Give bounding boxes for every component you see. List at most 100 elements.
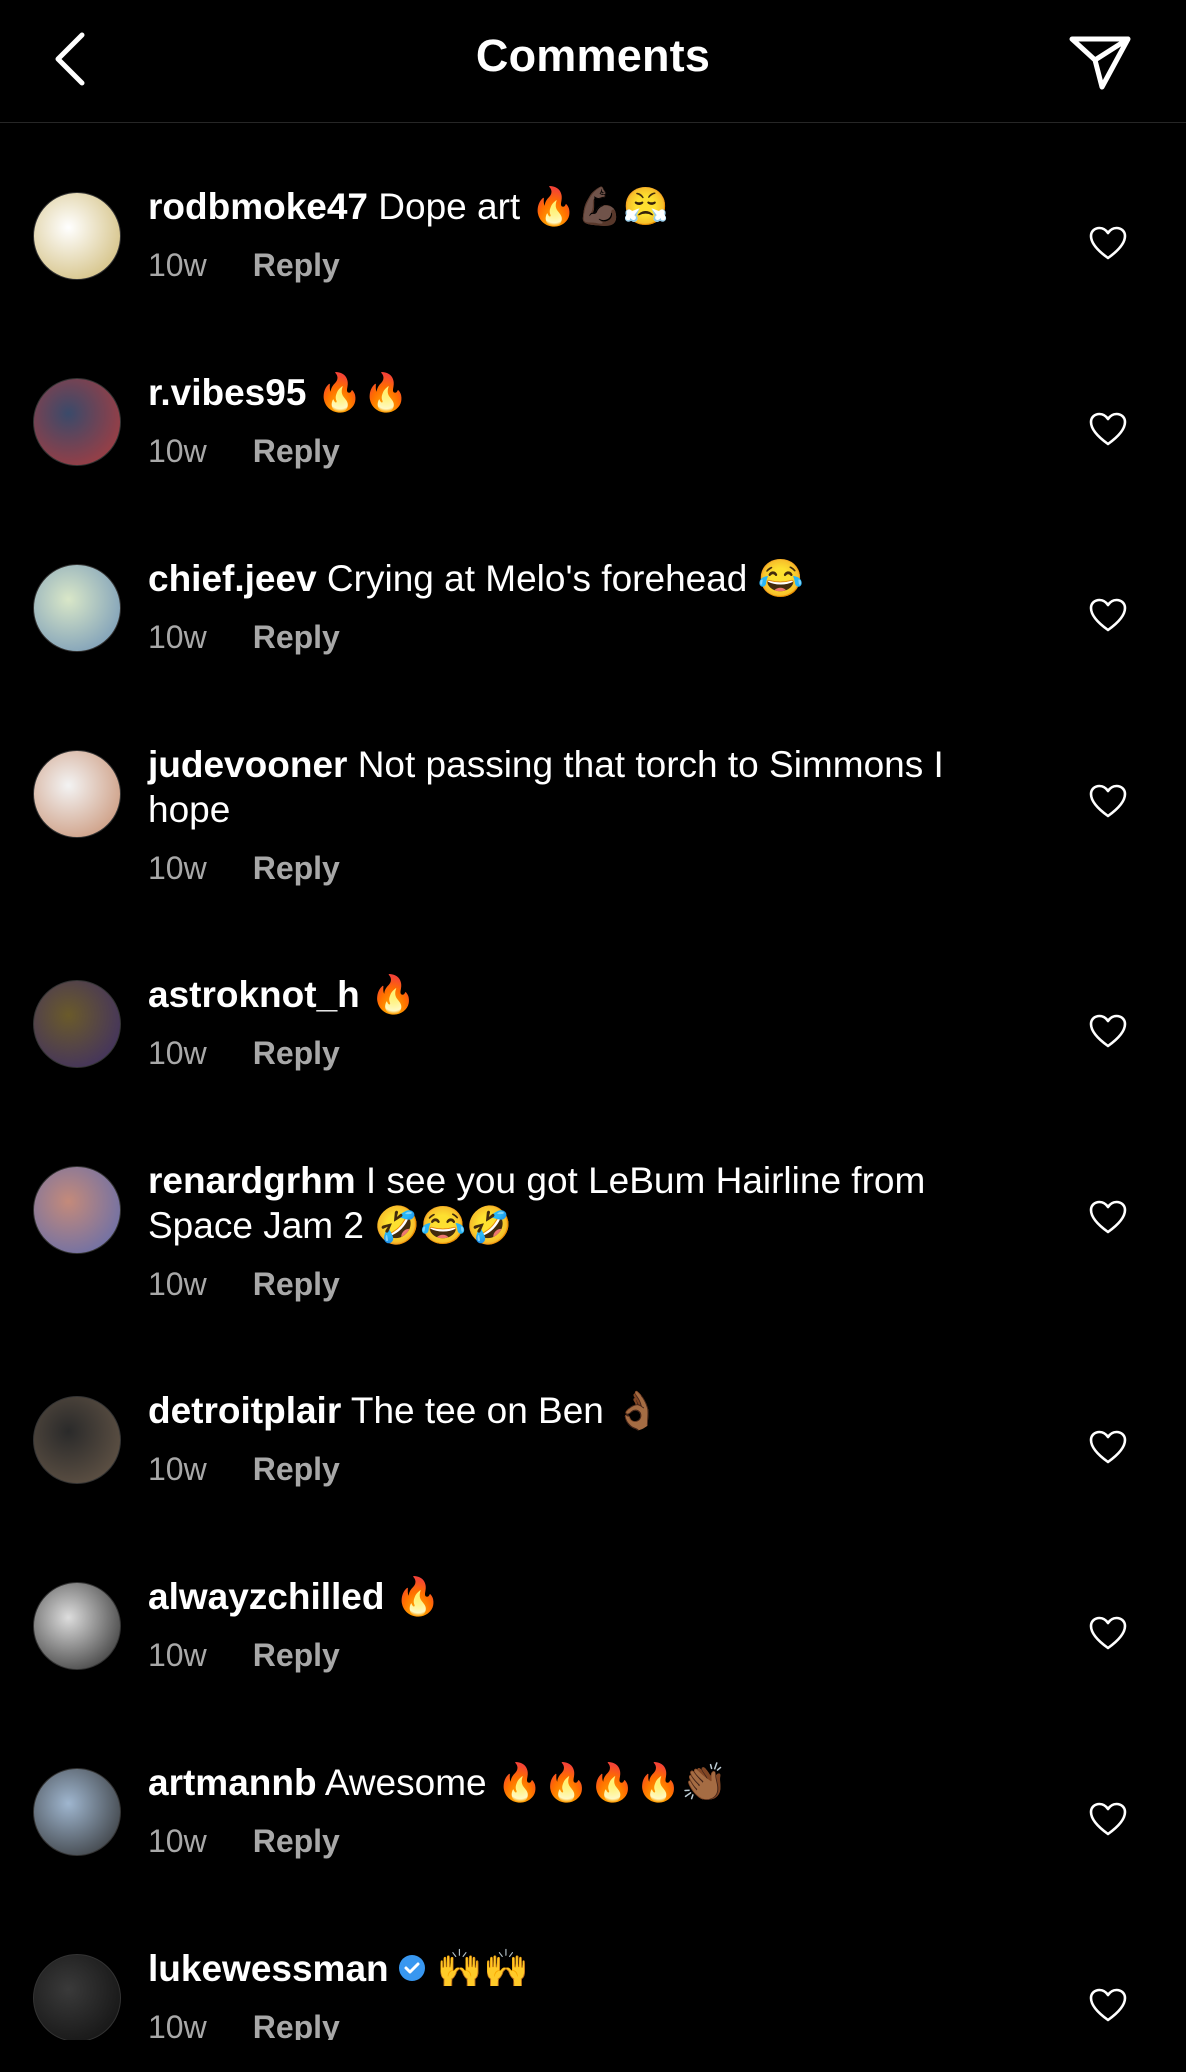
username-link[interactable]: lukewessman — [148, 1948, 389, 1989]
timestamp: 10w — [148, 433, 207, 469]
comment-body: renardgrhm I see you got LeBum Hairline … — [148, 1158, 1028, 1303]
heart-icon[interactable] — [1088, 782, 1128, 822]
timestamp: 10w — [148, 1637, 207, 1673]
comment-body: detroitplair The tee on Ben 👌🏾 10w Reply — [148, 1388, 1028, 1488]
comment-message: Crying at Melo's forehead 😂 — [316, 558, 804, 599]
comment-message: 🔥 — [359, 974, 417, 1015]
reply-button[interactable]: Reply — [253, 1451, 340, 1488]
comment-text: alwayzchilled 🔥 — [148, 1574, 1028, 1619]
reply-button[interactable]: Reply — [253, 1035, 340, 1072]
avatar[interactable] — [33, 1768, 121, 1856]
username-link[interactable]: artmannb — [148, 1762, 317, 1803]
heart-icon[interactable] — [1088, 1012, 1128, 1052]
username-link[interactable]: renardgrhm — [148, 1160, 356, 1201]
username-link[interactable]: rodbmoke47 — [148, 186, 368, 227]
comment-message: Dope art 🔥💪🏿😤 — [368, 186, 669, 227]
bottom-edge — [0, 2040, 1186, 2048]
comment-message: 🔥 — [384, 1576, 441, 1617]
reply-button[interactable]: Reply — [253, 433, 340, 470]
avatar[interactable] — [33, 1954, 121, 2042]
comment-item: chief.jeev Crying at Melo's forehead 😂 10… — [0, 496, 1186, 682]
comment-text: r.vibes95 🔥🔥 — [148, 370, 1028, 415]
comment-message: Awesome 🔥🔥🔥🔥👏🏾 — [316, 1762, 728, 1803]
comment-text: renardgrhm I see you got LeBum Hairline … — [148, 1158, 1028, 1248]
heart-icon[interactable] — [1088, 1428, 1128, 1468]
paper-plane-icon — [1069, 36, 1131, 90]
comment-item: detroitplair The tee on Ben 👌🏾 10w Reply — [0, 1328, 1186, 1514]
timestamp: 10w — [148, 1035, 207, 1071]
reply-button[interactable]: Reply — [253, 247, 340, 284]
heart-icon[interactable] — [1088, 596, 1128, 636]
comment-message: The tee on Ben 👌🏾 — [341, 1390, 661, 1431]
avatar[interactable] — [33, 192, 121, 280]
heart-icon[interactable] — [1088, 1614, 1128, 1654]
avatar[interactable] — [33, 378, 121, 466]
reply-button[interactable]: Reply — [253, 850, 340, 887]
username-link[interactable]: judevooner — [148, 744, 347, 785]
comment-meta: 10w Reply — [148, 433, 1028, 470]
comment-list: rodbmoke47 Dope art 🔥💪🏿😤 10w Reply r.vibes9… — [0, 124, 1186, 2072]
reply-button[interactable]: Reply — [253, 1823, 340, 1860]
comment-item: alwayzchilled 🔥 10w Reply — [0, 1514, 1186, 1700]
comment-body: lukewessman 🙌🙌 10w Reply — [148, 1946, 1028, 2046]
timestamp: 10w — [148, 1266, 207, 1302]
comment-item: judevooner Not passing that torch to Sim… — [0, 682, 1186, 912]
comment-body: alwayzchilled 🔥 10w Reply — [148, 1574, 1028, 1674]
heart-icon[interactable] — [1088, 224, 1128, 264]
comment-body: r.vibes95 🔥🔥 10w Reply — [148, 370, 1028, 470]
avatar[interactable] — [33, 750, 121, 838]
username-link[interactable]: detroitplair — [148, 1390, 341, 1431]
comment-item: renardgrhm I see you got LeBum Hairline … — [0, 1098, 1186, 1328]
comment-text: detroitplair The tee on Ben 👌🏾 — [148, 1388, 1028, 1433]
timestamp: 10w — [148, 1451, 207, 1487]
avatar[interactable] — [33, 980, 121, 1068]
comment-body: chief.jeev Crying at Melo's forehead 😂 10… — [148, 556, 1028, 656]
comment-text: rodbmoke47 Dope art 🔥💪🏿😤 — [148, 184, 1028, 229]
avatar[interactable] — [33, 1166, 121, 1254]
username-link[interactable]: alwayzchilled — [148, 1576, 385, 1617]
timestamp: 10w — [148, 1823, 207, 1859]
comment-text: astroknot_h 🔥 — [148, 972, 1028, 1017]
comment-meta: 10w Reply — [148, 247, 1028, 284]
comment-item: artmannb Awesome 🔥🔥🔥🔥👏🏾 10w Reply — [0, 1700, 1186, 1886]
comment-meta: 10w Reply — [148, 619, 1028, 656]
comment-text: judevooner Not passing that torch to Sim… — [148, 742, 1028, 832]
timestamp: 10w — [148, 247, 207, 283]
heart-icon[interactable] — [1088, 1986, 1128, 2026]
comment-meta: 10w Reply — [148, 1266, 1028, 1303]
comment-meta: 10w Reply — [148, 1823, 1028, 1860]
username-link[interactable]: chief.jeev — [148, 558, 317, 599]
heart-icon[interactable] — [1088, 410, 1128, 450]
heart-icon[interactable] — [1088, 1198, 1128, 1238]
reply-button[interactable]: Reply — [253, 1637, 340, 1674]
comment-body: astroknot_h 🔥 10w Reply — [148, 972, 1028, 1072]
timestamp: 10w — [148, 619, 207, 655]
comment-text: artmannb Awesome 🔥🔥🔥🔥👏🏾 — [148, 1760, 1028, 1805]
comment-meta: 10w Reply — [148, 850, 1028, 887]
comment-item: astroknot_h 🔥 10w Reply — [0, 912, 1186, 1098]
comment-body: artmannb Awesome 🔥🔥🔥🔥👏🏾 10w Reply — [148, 1760, 1028, 1860]
comment-body: rodbmoke47 Dope art 🔥💪🏿😤 10w Reply — [148, 184, 1028, 284]
verified-badge-icon — [398, 1955, 425, 1981]
reply-button[interactable]: Reply — [253, 1266, 340, 1303]
reply-button[interactable]: Reply — [253, 619, 340, 656]
username-link[interactable]: astroknot_h — [148, 974, 360, 1015]
comment-meta: 10w Reply — [148, 1637, 1028, 1674]
header-bar: Comments — [0, 0, 1186, 123]
timestamp: 10w — [148, 850, 207, 886]
comment-body: judevooner Not passing that torch to Sim… — [148, 742, 1028, 887]
username-link[interactable]: r.vibes95 — [148, 372, 306, 413]
heart-icon[interactable] — [1088, 1800, 1128, 1840]
avatar[interactable] — [33, 1582, 121, 1670]
share-button[interactable] — [1064, 26, 1136, 98]
comment-meta: 10w Reply — [148, 1035, 1028, 1072]
comment-text: chief.jeev Crying at Melo's forehead 😂 — [148, 556, 1028, 601]
comment-message: 🙌🙌 — [426, 1948, 530, 1989]
avatar[interactable] — [33, 564, 121, 652]
comment-item: rodbmoke47 Dope art 🔥💪🏿😤 10w Reply — [0, 124, 1186, 310]
comment-text: lukewessman 🙌🙌 — [148, 1946, 1028, 1991]
avatar[interactable] — [33, 1396, 121, 1484]
comment-message: 🔥🔥 — [306, 372, 409, 413]
page-title: Comments — [475, 30, 711, 81]
comment-item: r.vibes95 🔥🔥 10w Reply — [0, 310, 1186, 496]
